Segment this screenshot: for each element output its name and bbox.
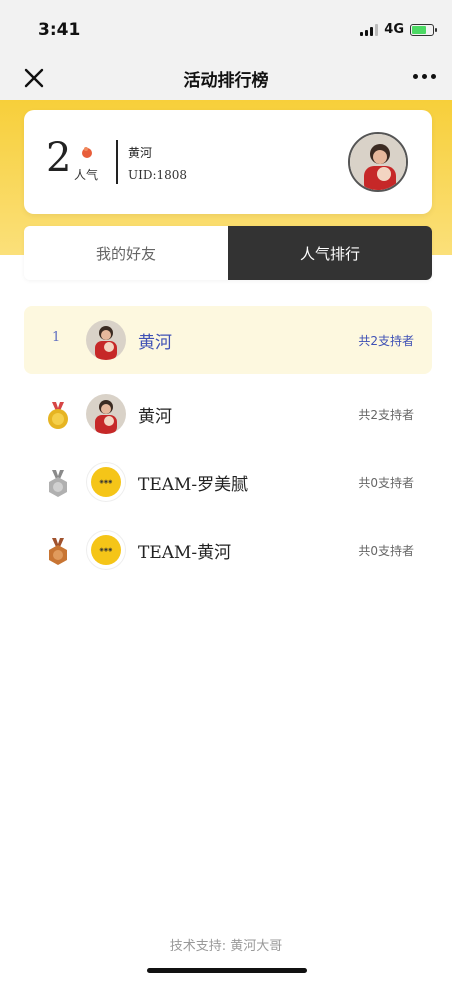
supporter-count: 共2支持者 [358, 408, 414, 422]
silver-medal-icon [46, 470, 70, 498]
flame-icon [80, 144, 94, 158]
home-indicator[interactable] [147, 968, 307, 973]
bronze-medal-icon [46, 538, 70, 566]
supporter-count: 共0支持者 [358, 476, 414, 490]
profile-name: 黄河 [128, 146, 153, 160]
list-item-name: TEAM-黄河 [138, 543, 232, 563]
tab-my-friends[interactable]: 我的好友 [24, 226, 228, 280]
battery-icon [410, 23, 437, 36]
footer-credit: 技术支持: 黄河大哥 [169, 939, 283, 954]
nav-bar: 活动排行榜 [0, 56, 452, 100]
avatar [86, 320, 126, 360]
my-rank: 2 [46, 135, 72, 181]
profile-uid: UID:1808 [128, 168, 188, 182]
page-title: 活动排行榜 [183, 71, 269, 91]
more-icon[interactable] [413, 74, 436, 79]
team-logo-icon: ◉◉◉ [91, 535, 121, 565]
avatar [86, 394, 126, 434]
list-item-name: TEAM-罗美腻 [138, 475, 249, 495]
card-divider [116, 140, 118, 184]
team-avatar: ◉◉◉ [86, 530, 126, 570]
network-label: 4G [384, 22, 404, 37]
profile-card: 2 人气 黄河 UID:1808 [24, 110, 432, 214]
list-item[interactable]: ◉◉◉ TEAM-罗美腻 共0支持者 [24, 448, 432, 516]
status-bar: 3:41 4G [0, 0, 452, 56]
avatar[interactable] [348, 132, 408, 192]
list-item[interactable]: ◉◉◉ TEAM-黄河 共0支持者 [24, 516, 432, 584]
supporter-count: 共2支持者 [358, 334, 414, 348]
ranking-tabs: 我的好友 人气排行 [24, 226, 432, 280]
rank-number: 1 [52, 330, 61, 345]
list-item-self[interactable]: 1 黄河 共2支持者 [24, 306, 432, 374]
tab-popularity-ranking[interactable]: 人气排行 [228, 226, 432, 280]
status-time: 3:41 [38, 20, 81, 40]
team-avatar: ◉◉◉ [86, 462, 126, 502]
signal-icon [360, 23, 379, 36]
list-item[interactable]: 黄河 共2支持者 [24, 380, 432, 448]
popularity-label: 人气 [74, 168, 99, 182]
list-item-name: 黄河 [138, 333, 172, 353]
list-item-name: 黄河 [138, 407, 172, 427]
status-indicators: 4G [360, 22, 437, 37]
gold-medal-icon [46, 402, 70, 430]
team-logo-icon: ◉◉◉ [91, 467, 121, 497]
supporter-count: 共0支持者 [358, 544, 414, 558]
